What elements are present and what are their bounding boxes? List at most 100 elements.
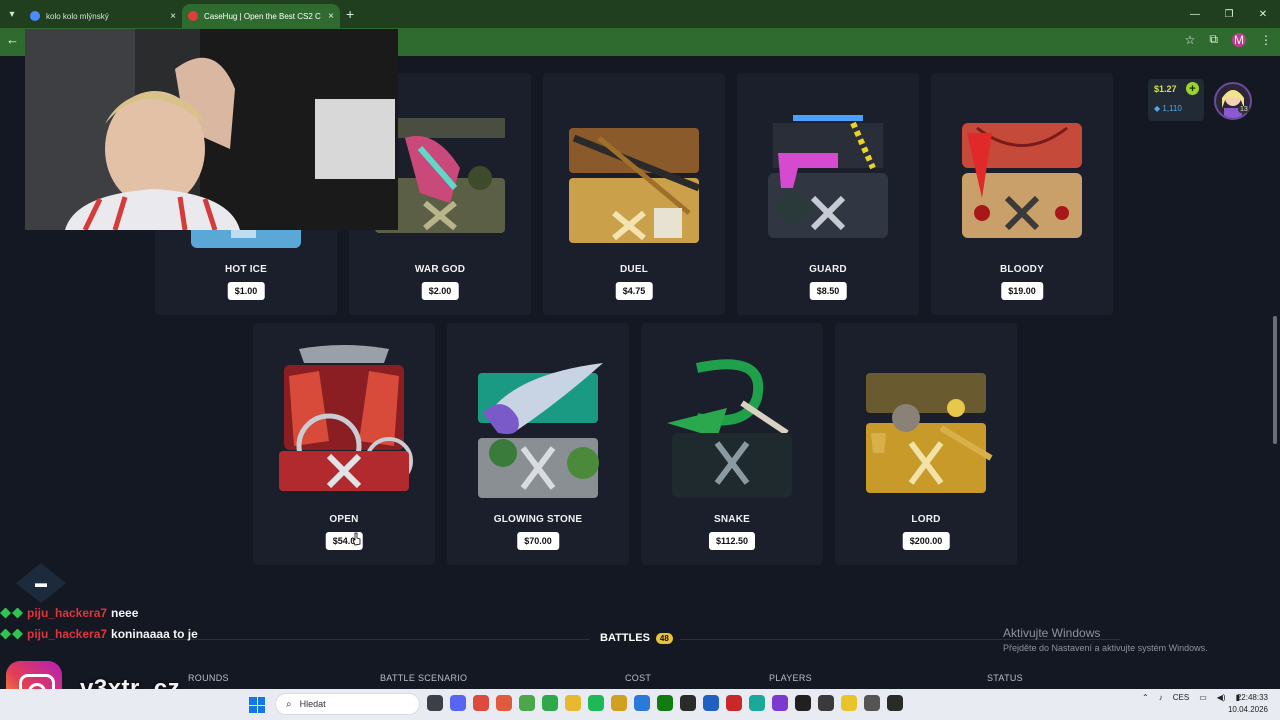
rockstar-icon[interactable] [611, 695, 627, 711]
activation-watermark-title: Aktivujte Windows [1003, 626, 1101, 640]
extensions-icon[interactable]: ⧉ [1209, 32, 1218, 47]
back-arrow-icon[interactable]: ← [6, 32, 19, 47]
case-card-snake[interactable]: SNAKE $112.50 [641, 323, 823, 565]
case-price-button[interactable]: $8.50 [809, 282, 847, 300]
clock-date: 10.04.2026 [1227, 705, 1268, 714]
chrome-profile-3-icon[interactable] [542, 695, 558, 711]
tab-title: kolo kolo mlýnský [46, 11, 109, 21]
case-card-lord[interactable]: LORD $200.00 [835, 323, 1017, 565]
case-card-guard[interactable]: GUARD $8.50 [737, 73, 919, 315]
start-menu-icon[interactable] [249, 697, 265, 713]
case-price-button[interactable]: $19.00 [1001, 282, 1043, 300]
case-card-glowing-stone[interactable]: GLOWING STONE $70.00 [447, 323, 629, 565]
search-icon: ⌕ [286, 698, 292, 710]
chat-message: piju_hackera7 neee [0, 606, 138, 620]
minimize-icon[interactable]: — [1178, 0, 1212, 28]
app-icon[interactable] [864, 695, 880, 711]
app-icon[interactable] [726, 695, 742, 711]
case-image [279, 345, 413, 491]
user-avatar[interactable] [1214, 82, 1252, 120]
tab-casehug[interactable]: CaseHug | Open the Best CS2 C × [182, 4, 340, 28]
app-icon[interactable] [818, 695, 834, 711]
case-name: WAR GOD [414, 264, 466, 275]
app-icon[interactable] [680, 695, 696, 711]
balance-amount: $1.27 [1154, 84, 1177, 94]
case-image [866, 373, 993, 493]
language-indicator[interactable]: CES [1173, 693, 1189, 702]
case-image [478, 363, 603, 498]
case-name: GLOWING STONE [493, 514, 583, 525]
task-view-icon[interactable] [427, 695, 443, 711]
taskbar-clock[interactable]: 22:48:33 10.04.2026 [1228, 692, 1268, 716]
chrome-profile-icon[interactable] [496, 695, 512, 711]
case-price-button[interactable]: $200.00 [902, 532, 950, 550]
chat-username: piju_hackera7 [27, 606, 108, 620]
close-window-icon[interactable]: ✕ [1246, 0, 1280, 28]
column-header-scenario[interactable]: BATTLE SCENARIO [380, 673, 467, 683]
case-card-duel[interactable]: DUEL $4.75 [543, 73, 725, 315]
tray-chevron-icon[interactable]: ⌃ [1142, 693, 1149, 702]
app-icon[interactable] [772, 695, 788, 711]
window-controls: — ❐ ✕ [1178, 0, 1280, 28]
column-header-status[interactable]: STATUS [987, 673, 1023, 683]
case-price-button[interactable]: $112.50 [708, 532, 756, 550]
favicon-icon [30, 11, 40, 21]
chat-text: koninaaaa to je [111, 627, 198, 641]
tab-kolo[interactable]: kolo kolo mlýnský × [24, 4, 182, 28]
search-placeholder: Hledat [299, 699, 326, 709]
tab-close-icon[interactable]: × [170, 11, 176, 22]
chrome-icon[interactable] [473, 695, 489, 711]
add-funds-button[interactable]: + [1186, 82, 1199, 95]
column-header-players[interactable]: PLAYERS [769, 673, 812, 683]
spotify-icon[interactable] [588, 695, 604, 711]
more-menu-icon[interactable]: ⋮ [1260, 33, 1272, 47]
xbox-icon[interactable] [657, 695, 673, 711]
profile-avatar[interactable]: M [1232, 32, 1246, 47]
windows-taskbar: ⌕ Hledat ⌃ ♪ CES ▭ ◀) ▮ 22:48:33 10.04.2… [0, 689, 1280, 720]
case-image [667, 359, 792, 498]
volume-icon[interactable]: ◀) [1217, 693, 1226, 702]
battles-heading: BATTLES 48 [600, 632, 673, 644]
chevron-down-icon[interactable]: ▾ [0, 0, 24, 28]
column-header-rounds[interactable]: ROUNDS [188, 673, 229, 683]
case-name: OPEN [329, 514, 359, 525]
wallet-widget[interactable]: $1.27 + ◆ 1,110 [1148, 79, 1204, 121]
case-name: DUEL [619, 264, 649, 275]
app-icon[interactable] [634, 695, 650, 711]
case-price-button[interactable]: $2.00 [421, 282, 459, 300]
case-card-bloody[interactable]: BLOODY $19.00 [931, 73, 1113, 315]
case-price-button[interactable]: $4.75 [615, 282, 653, 300]
case-price-button[interactable]: $70.00 [517, 532, 559, 550]
restore-icon[interactable]: ❐ [1212, 0, 1246, 28]
favicon-icon [188, 11, 198, 21]
taskbar-search[interactable]: ⌕ Hledat [275, 693, 420, 715]
app-icon[interactable] [703, 695, 719, 711]
app-icon[interactable] [887, 695, 903, 711]
network-icon[interactable]: ▭ [1199, 693, 1207, 702]
app-icon[interactable] [795, 695, 811, 711]
case-card-open[interactable]: OPEN $54.0 [253, 323, 435, 565]
case-price-button[interactable]: $1.00 [227, 282, 265, 300]
discord-icon[interactable] [450, 695, 466, 711]
coin-amount: 1,110 [1162, 104, 1182, 113]
divider-left [150, 639, 590, 640]
file-explorer-icon[interactable] [565, 695, 581, 711]
scrollbar-thumb[interactable] [1273, 316, 1277, 444]
app-icon[interactable] [841, 695, 857, 711]
app-icon[interactable] [749, 695, 765, 711]
chat-text: neee [111, 606, 139, 620]
webcam-image [25, 29, 398, 230]
browser-tab-bar: ▾ kolo kolo mlýnský × CaseHug | Open the… [0, 0, 1280, 28]
tab-close-icon[interactable]: × [328, 11, 334, 22]
new-tab-button[interactable]: + [346, 6, 354, 22]
coin-balance: ◆ 1,110 [1154, 104, 1182, 113]
column-header-cost[interactable]: COST [625, 673, 651, 683]
battles-title: BATTLES [600, 632, 650, 644]
level-badge: 13 [1238, 106, 1250, 113]
case-image [962, 123, 1082, 238]
chrome-profile-2-icon[interactable] [519, 695, 535, 711]
microphone-icon[interactable]: ♪ [1159, 693, 1163, 702]
case-name: BLOODY [1000, 264, 1044, 275]
bookmark-star-icon[interactable]: ☆ [1185, 33, 1196, 47]
chat-badge-icons [0, 628, 23, 640]
